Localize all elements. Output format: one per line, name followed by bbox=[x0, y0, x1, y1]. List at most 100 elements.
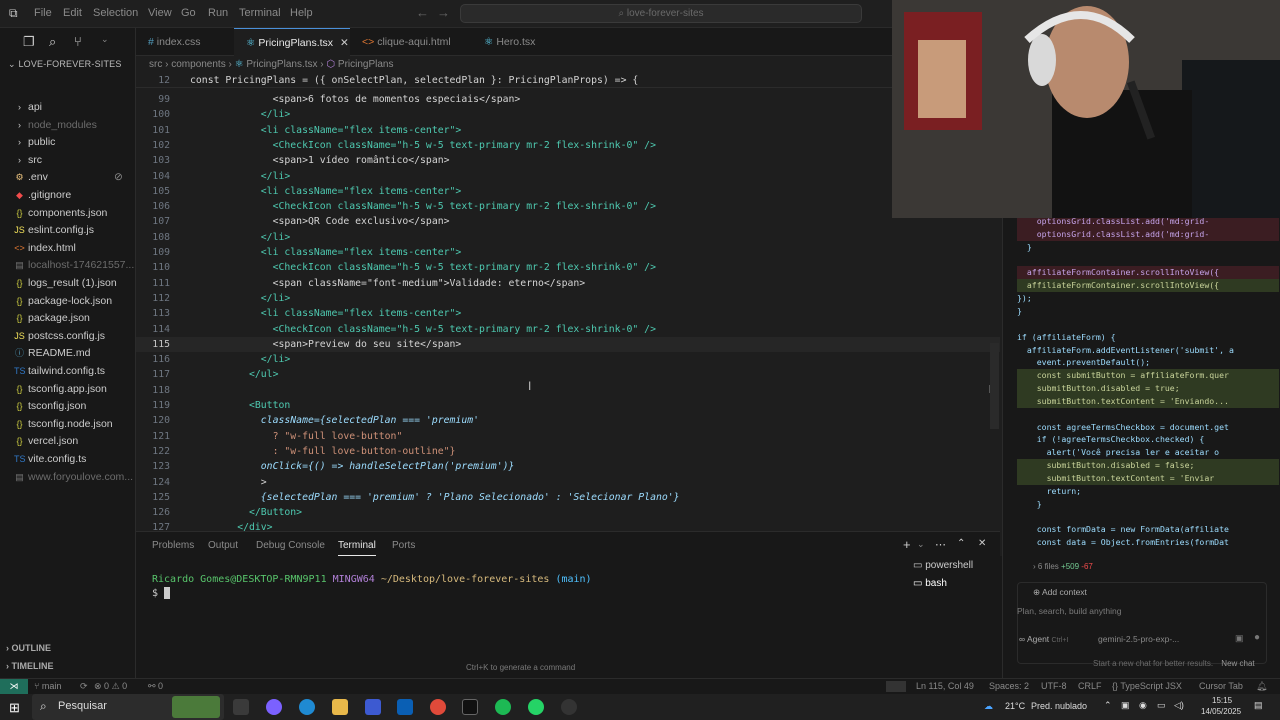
sidebar-item-readme-md[interactable]: ⓘ README.md bbox=[0, 345, 136, 362]
close-panel-icon[interactable]: ✕ bbox=[978, 538, 986, 549]
close-icon[interactable]: ✕ bbox=[340, 37, 349, 49]
tab-debug-console[interactable]: Debug Console bbox=[256, 540, 325, 551]
code-line[interactable]: 121 ? "w-full love-button" bbox=[136, 429, 1000, 444]
vertical-scrollbar[interactable] bbox=[990, 343, 999, 429]
taskbar-search[interactable]: ⌕ Pesquisar bbox=[32, 694, 224, 720]
menu-go[interactable]: Go bbox=[181, 7, 196, 19]
terminal-cursor[interactable] bbox=[164, 587, 170, 599]
remote-icon[interactable]: ⋊ bbox=[0, 679, 28, 694]
store-icon[interactable] bbox=[365, 699, 381, 715]
sidebar-item-node-modules[interactable]: › node_modules bbox=[0, 117, 136, 134]
sidebar-item-public[interactable]: › public bbox=[0, 134, 136, 151]
task-view-icon[interactable] bbox=[233, 699, 249, 715]
sidebar-item-tsconfig-node-json[interactable]: {} tsconfig.node.json bbox=[0, 416, 136, 433]
code-line[interactable]: 100 </li> bbox=[136, 107, 1000, 122]
forward-arrow-icon[interactable]: → bbox=[437, 5, 450, 20]
code-line[interactable]: 104 </li> bbox=[136, 169, 1000, 184]
code-line[interactable]: 120 className={selectedPlan === 'premium… bbox=[136, 413, 1000, 428]
new-chat-button[interactable]: New chat bbox=[1221, 659, 1254, 668]
notifications-icon[interactable]: ▤ bbox=[1254, 700, 1263, 711]
sidebar-item-package-json[interactable]: {} package.json bbox=[0, 310, 136, 327]
sidebar-item-tailwind-config-ts[interactable]: TS tailwind.config.ts bbox=[0, 363, 136, 380]
sidebar-item-vercel-json[interactable]: {} vercel.json bbox=[0, 433, 136, 450]
chrome-icon[interactable] bbox=[430, 699, 446, 715]
sidebar-item-logs-result-1-json[interactable]: {} logs_result (1).json bbox=[0, 275, 136, 292]
more-icon[interactable]: ⋯ bbox=[935, 538, 946, 551]
cursor-tab-status[interactable]: Cursor Tab bbox=[1199, 681, 1243, 691]
code-line[interactable]: 122 : "w-full love-button-outline"} bbox=[136, 444, 1000, 459]
cursor-app-icon[interactable] bbox=[462, 699, 478, 715]
code-line[interactable]: 102 <CheckIcon className="h-5 w-5 text-p… bbox=[136, 138, 1000, 153]
chevron-down-icon[interactable]: ⌄ bbox=[917, 539, 925, 550]
language-mode[interactable]: {} TypeScript JSX bbox=[1112, 681, 1182, 691]
tab-ports[interactable]: Ports bbox=[392, 540, 415, 551]
collapse-chevron-icon[interactable]: ⌄ bbox=[8, 59, 18, 69]
copilot-icon[interactable] bbox=[266, 699, 282, 715]
sticky-scroll-line[interactable]: 12 const PricingPlans = ({ onSelectPlan, … bbox=[136, 73, 1000, 89]
sidebar-item-components-json[interactable]: {} components.json bbox=[0, 205, 136, 222]
whatsapp-icon[interactable] bbox=[528, 699, 544, 715]
zoom-indicator[interactable] bbox=[886, 681, 906, 692]
sidebar-item-tsconfig-json[interactable]: {} tsconfig.json bbox=[0, 398, 136, 415]
spotify-icon[interactable] bbox=[495, 699, 511, 715]
volume-icon[interactable]: ◁) bbox=[1174, 700, 1184, 711]
send-icon[interactable]: ● bbox=[1254, 632, 1260, 643]
code-line[interactable]: 108 </li> bbox=[136, 230, 1000, 245]
code-line[interactable]: 107 <span>QR Code exclusivo</span> bbox=[136, 214, 1000, 229]
menu-selection[interactable]: Selection bbox=[93, 7, 138, 19]
bell-icon[interactable]: 🔔︎ bbox=[1256, 681, 1267, 692]
back-arrow-icon[interactable]: ← bbox=[416, 5, 429, 20]
command-center[interactable]: ⌕ love-forever-sites bbox=[460, 4, 862, 23]
menu-run[interactable]: Run bbox=[208, 7, 228, 19]
search-activity-icon[interactable]: ⌕ bbox=[49, 34, 56, 50]
model-selector[interactable]: gemini-2.5-pro-exp-... bbox=[1098, 634, 1179, 644]
weather-icon[interactable]: ☁ bbox=[984, 701, 993, 712]
code-line[interactable]: 113 <li className="flex items-center"> bbox=[136, 306, 1000, 321]
indentation[interactable]: Spaces: 2 bbox=[989, 681, 1029, 691]
weather-temp[interactable]: 21°C bbox=[1005, 701, 1025, 711]
code-line[interactable]: 103 <span>1 vídeo romântico</span> bbox=[136, 153, 1000, 168]
agent-selector[interactable]: ∞ Agent Ctrl+I bbox=[1019, 634, 1068, 644]
tab-hero-tsx[interactable]: ⚛ Hero.tsx bbox=[472, 28, 560, 56]
files-changed-summary[interactable]: › 6 files +509 -67 bbox=[1033, 562, 1093, 571]
sidebar-item-index-html[interactable]: <> index.html bbox=[0, 240, 136, 257]
breadcrumb-src[interactable]: src bbox=[149, 59, 162, 70]
code-line[interactable]: 119 <Button bbox=[136, 398, 1000, 413]
terminal-item-powershell[interactable]: ▭ powershell bbox=[913, 560, 973, 571]
terminal-item-bash[interactable]: ▭ bash bbox=[913, 578, 947, 589]
clock-time[interactable]: 15:15 bbox=[1212, 696, 1232, 705]
maximize-panel-icon[interactable]: ⌃ bbox=[957, 538, 965, 549]
add-terminal-icon[interactable]: + bbox=[903, 537, 911, 552]
tray-app-icon[interactable]: ◉ bbox=[1139, 700, 1147, 711]
sidebar-item-vite-config-ts[interactable]: TS vite.config.ts bbox=[0, 451, 136, 468]
code-line[interactable]: 99 <span>6 fotos de momentos especiais</… bbox=[136, 92, 1000, 107]
code-line[interactable]: 111 <span className="font-medium">Valida… bbox=[136, 276, 1000, 291]
tab-clique-aqui-html[interactable]: <> clique-aqui.html bbox=[350, 28, 472, 56]
code-line[interactable]: 115 <span>Preview do seu site</span> bbox=[136, 336, 1000, 353]
sidebar-item-localhost-174621557-[interactable]: ▤ localhost-174621557... bbox=[0, 257, 136, 274]
code-line[interactable]: 118 bbox=[136, 383, 1000, 398]
tab-output[interactable]: Output bbox=[208, 540, 238, 551]
outlook-icon[interactable] bbox=[397, 699, 413, 715]
breadcrumb-file[interactable]: PricingPlans.tsx bbox=[246, 59, 317, 70]
cursor-position[interactable]: Ln 115, Col 49 bbox=[916, 681, 974, 691]
sidebar-item-src[interactable]: › src bbox=[0, 152, 136, 169]
sidebar-item-eslint-config-js[interactable]: JS eslint.config.js bbox=[0, 222, 136, 239]
sidebar-item-tsconfig-app-json[interactable]: {} tsconfig.app.json bbox=[0, 381, 136, 398]
clock-date[interactable]: 14/05/2025 bbox=[1201, 707, 1241, 716]
code-line[interactable]: 126 </Button> bbox=[136, 505, 1000, 520]
tab-pricingplans-tsx[interactable]: ⚛ PricingPlans.tsx ✕ bbox=[234, 28, 350, 56]
network-icon[interactable]: ▭ bbox=[1157, 700, 1166, 711]
code-editor[interactable]: 12 const PricingPlans = ({ onSelectPlan, … bbox=[136, 73, 1000, 531]
code-line[interactable]: 125 {selectedPlan === 'premium' ? 'Plano… bbox=[136, 490, 1000, 505]
chat-input[interactable]: Plan, search, build anything bbox=[1017, 606, 1121, 616]
code-line[interactable]: 123 onClick={() => handleSelectPlan('pre… bbox=[136, 459, 1000, 474]
chevron-down-icon[interactable]: ⌄ bbox=[101, 34, 109, 45]
sidebar-item-www-foryoulove-com-[interactable]: ▤ www.foryoulove.com... bbox=[0, 469, 136, 486]
sync-icon[interactable]: ⟳ bbox=[80, 681, 88, 692]
menu-file[interactable]: File bbox=[34, 7, 52, 19]
tray-app-icon[interactable]: ▣ bbox=[1121, 700, 1130, 711]
menu-terminal[interactable]: Terminal bbox=[239, 7, 281, 19]
image-icon[interactable]: ▣ bbox=[1235, 633, 1244, 644]
code-line[interactable]: 116 </li> bbox=[136, 352, 1000, 367]
